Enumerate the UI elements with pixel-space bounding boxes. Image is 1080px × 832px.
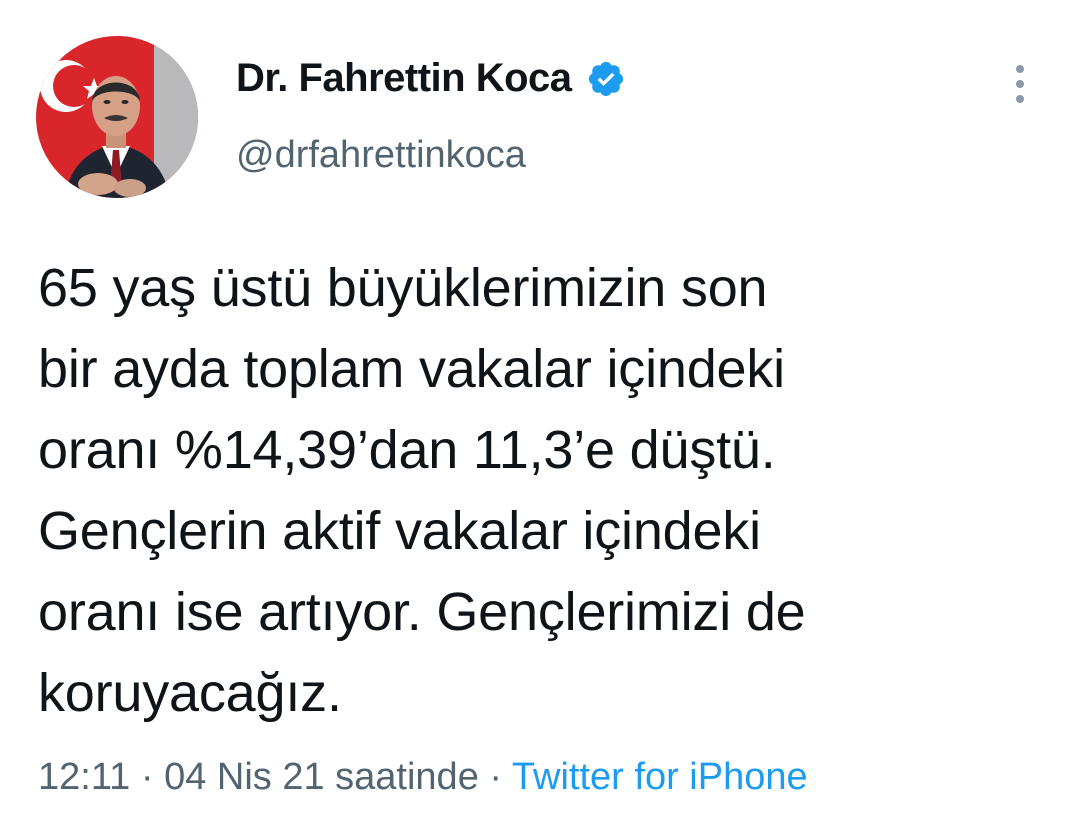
more-vertical-icon xyxy=(1016,80,1024,88)
tweet-text-line: oranı %14,39’dan 11,3’e düştü. xyxy=(38,420,776,480)
author-display-name[interactable]: Dr. Fahrettin Koca xyxy=(236,56,572,101)
more-vertical-icon xyxy=(1016,95,1024,103)
author-name-row: Dr. Fahrettin Koca xyxy=(236,56,626,101)
more-vertical-icon xyxy=(1016,65,1024,73)
verified-badge-icon xyxy=(586,59,626,99)
tweet-time[interactable]: 12:11 xyxy=(38,756,130,798)
author-handle[interactable]: @drfahrettinkoca xyxy=(236,134,526,177)
tweet-text-line: bir ayda toplam vakalar içindeki xyxy=(38,339,785,399)
tweet-source-link[interactable]: Twitter for iPhone xyxy=(512,756,808,798)
tweet-text-line: oranı ise artıyor. Gençlerimizi de xyxy=(38,582,806,642)
meta-separator: · xyxy=(140,756,154,798)
tweet-text-line: 65 yaş üstü büyüklerimizin son xyxy=(38,258,768,318)
tweet-card: Dr. Fahrettin Koca @drfahrettinkoca 65 y… xyxy=(0,0,1080,832)
tweet-text-line: koruyacağız. xyxy=(38,663,342,723)
tweet-text-line: Gençlerin aktif vakalar içindeki xyxy=(38,501,761,561)
tweet-text: 65 yaş üstü büyüklerimizin son bir ayda … xyxy=(38,248,1038,734)
tweet-date[interactable]: 04 Nis 21 saatinde xyxy=(164,756,479,798)
more-options-button[interactable] xyxy=(1000,58,1040,110)
meta-separator: · xyxy=(489,756,503,798)
avatar[interactable] xyxy=(36,36,198,198)
tweet-metadata: 12:11 · 04 Nis 21 saatinde · Twitter for… xyxy=(38,756,808,799)
avatar-image xyxy=(36,36,198,198)
